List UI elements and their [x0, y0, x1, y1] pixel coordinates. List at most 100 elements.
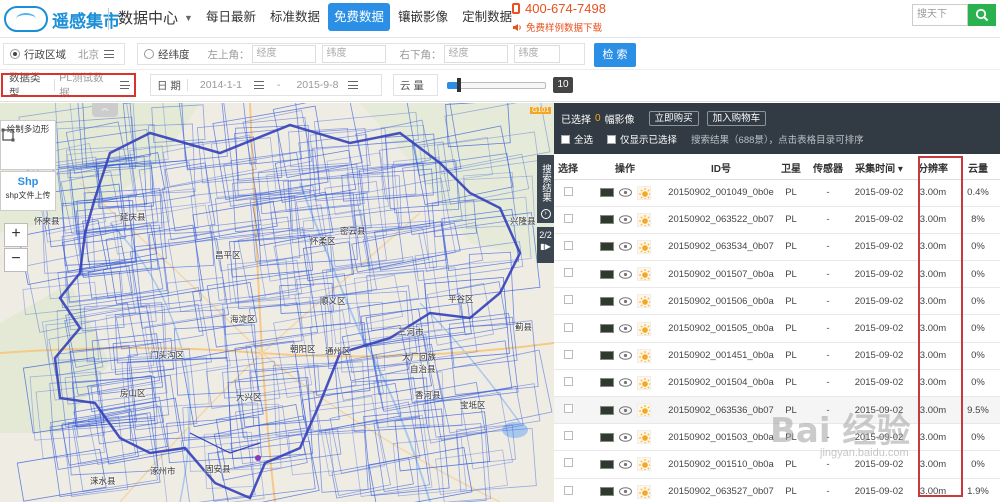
data-type-menu-icon[interactable] — [119, 81, 131, 89]
map-view[interactable]: 怀来县 延庆县 怀柔区 密云县 兴隆县 昌平区 顺义区 平谷区 三河市 蓟县 门… — [0, 103, 554, 502]
top-left-lat-input[interactable]: 纬度 — [321, 45, 386, 63]
bottom-right-lng-input[interactable]: 经度 — [443, 45, 508, 63]
sample-download-link[interactable]: 免费样例数据下载 — [512, 20, 602, 34]
col-cloud[interactable]: 云量 — [956, 157, 1000, 180]
table-row[interactable]: 20150902_063527_0b07 PL -2015-09-02 3.00m 1.… — [554, 478, 1000, 502]
row-checkbox[interactable] — [563, 268, 573, 278]
table-row[interactable]: 20150902_001451_0b0a PL -2015-09-02 3.00m 0% — [554, 342, 1000, 370]
table-row[interactable]: 20150902_001504_0b0a PL -2015-09-02 3.00m 0% — [554, 369, 1000, 398]
sun-icon[interactable] — [636, 430, 651, 445]
buy-now-button[interactable]: 立即购买 — [648, 111, 699, 126]
cloud-slider-handle[interactable] — [457, 78, 461, 92]
date-to[interactable]: 2015-9-8 — [286, 79, 342, 91]
col-id[interactable]: ID号 — [668, 157, 774, 180]
table-row[interactable]: 20150902_001510_0b0a PL -2015-09-02 3.00m 0% — [554, 450, 1000, 479]
thumbnail-image[interactable] — [599, 351, 614, 361]
row-checkbox[interactable] — [563, 349, 573, 359]
tab-standard-data[interactable]: 标准数据 — [264, 3, 326, 31]
tab-custom-data[interactable]: 定制数据 — [456, 3, 518, 31]
preview-eye-icon[interactable] — [618, 242, 632, 252]
sun-icon[interactable] — [636, 321, 651, 336]
preview-eye-icon[interactable] — [618, 215, 632, 225]
tab-mosaic-imagery[interactable]: 镶嵌影像 — [392, 3, 454, 31]
sun-icon[interactable] — [636, 185, 651, 200]
preview-eye-icon[interactable] — [618, 405, 632, 415]
sun-icon[interactable] — [636, 212, 651, 227]
sun-icon[interactable] — [636, 484, 651, 499]
select-all-checkbox[interactable] — [561, 134, 570, 144]
preview-eye-icon[interactable] — [618, 487, 632, 496]
row-checkbox[interactable] — [563, 458, 573, 468]
sun-icon[interactable] — [636, 267, 651, 282]
tab-daily-latest[interactable]: 每日最新 — [200, 3, 262, 31]
preview-eye-icon[interactable] — [618, 378, 632, 388]
row-checkbox[interactable] — [563, 240, 573, 250]
thumbnail-image[interactable] — [599, 487, 614, 497]
table-row[interactable]: 20150902_001505_0b0a PL -2015-09-02 3.00m 0% — [554, 314, 1000, 343]
sun-icon[interactable] — [636, 403, 651, 418]
thumbnail-image[interactable] — [599, 405, 614, 415]
preview-eye-icon[interactable] — [618, 188, 632, 197]
region-radio[interactable] — [10, 49, 20, 59]
row-checkbox[interactable] — [563, 295, 573, 305]
preview-eye-icon[interactable] — [618, 351, 632, 361]
col-acquisition-time[interactable]: 采集时间 ▾ — [848, 157, 910, 180]
draw-polygon-tool[interactable]: 绘制多边形 — [0, 120, 56, 170]
preview-eye-icon[interactable] — [618, 432, 632, 442]
zoom-in-button[interactable]: + — [4, 223, 28, 247]
table-row[interactable]: 20150902_001507_0b0a PL -2015-09-02 3.00m 0% — [554, 260, 1000, 289]
col-sensor[interactable]: 传感器 — [808, 157, 848, 180]
results-pager-tab[interactable]: 2/2 ▮▶ — [537, 227, 554, 263]
search-results-tab[interactable]: 搜索结果 › — [537, 155, 554, 223]
thumbnail-image[interactable] — [599, 269, 614, 279]
col-satellite[interactable]: 卫星 — [774, 157, 808, 180]
thumbnail-image[interactable] — [599, 432, 614, 442]
preview-eye-icon[interactable] — [618, 297, 632, 306]
preview-eye-icon[interactable] — [618, 269, 632, 279]
sun-icon[interactable] — [636, 348, 651, 363]
site-search-input[interactable]: 搜天下 — [912, 4, 968, 26]
latlng-radio[interactable] — [144, 49, 154, 59]
search-button[interactable]: 检 索 — [594, 43, 636, 67]
thumbnail-image[interactable] — [599, 459, 614, 469]
data-type-value[interactable]: PL测试数据 — [55, 70, 114, 100]
filter-collapse-toggle[interactable]: ︽ — [92, 103, 118, 117]
thumbnail-image[interactable] — [599, 324, 614, 334]
row-checkbox[interactable] — [563, 376, 573, 386]
sun-icon[interactable] — [636, 294, 651, 309]
preview-eye-icon[interactable] — [618, 460, 632, 469]
date-from[interactable]: 2014-1-1 — [188, 79, 246, 91]
row-checkbox[interactable] — [563, 213, 573, 223]
table-row[interactable]: 20150902_063534_0b07 PL -2015-09-02 3.00m 0% — [554, 233, 1000, 262]
brand-logo[interactable]: 遥感集市 — [4, 6, 120, 32]
region-value[interactable]: 北京 — [78, 47, 99, 62]
shp-upload-tool[interactable]: Shp shp文件上传 — [0, 171, 56, 211]
thumbnail-image[interactable] — [599, 378, 614, 388]
table-row[interactable]: 20150902_001506_0b0a PL -2015-09-02 3.00m 0% — [554, 287, 1000, 316]
thumbnail-image[interactable] — [599, 188, 614, 198]
only-selected-checkbox[interactable] — [607, 134, 617, 144]
col-resolution[interactable]: 分辨率 — [910, 157, 956, 180]
date-to-calendar-icon[interactable] — [348, 81, 359, 89]
thumbnail-image[interactable] — [599, 242, 614, 252]
row-checkbox[interactable] — [563, 485, 573, 495]
date-from-calendar-icon[interactable] — [253, 81, 264, 89]
row-checkbox[interactable] — [563, 322, 573, 332]
bottom-right-lat-input[interactable]: 纬度 — [513, 45, 560, 63]
row-checkbox[interactable] — [563, 186, 573, 196]
row-checkbox[interactable] — [563, 404, 573, 414]
region-menu-icon[interactable] — [104, 50, 114, 58]
thumbnail-image[interactable] — [599, 215, 614, 225]
top-left-lng-input[interactable]: 经度 — [251, 45, 316, 63]
site-search-button[interactable] — [968, 4, 996, 26]
data-center-dropdown[interactable]: 数据中心 ▼ — [118, 7, 193, 28]
tab-free-data[interactable]: 免费数据 — [328, 3, 391, 31]
table-row[interactable]: 20150902_001049_0b0e PL -2015-09-02 3.00m 0.… — [554, 179, 1000, 207]
preview-eye-icon[interactable] — [618, 324, 632, 333]
sun-icon[interactable] — [636, 375, 651, 390]
add-to-cart-button[interactable]: 加入购物车 — [706, 111, 767, 126]
table-row[interactable]: 20150902_063522_0b07 PL -2015-09-02 3.00m 8% — [554, 206, 1000, 234]
sun-icon[interactable] — [636, 239, 651, 254]
cloud-slider[interactable] — [447, 82, 546, 89]
sun-icon[interactable] — [636, 457, 651, 472]
